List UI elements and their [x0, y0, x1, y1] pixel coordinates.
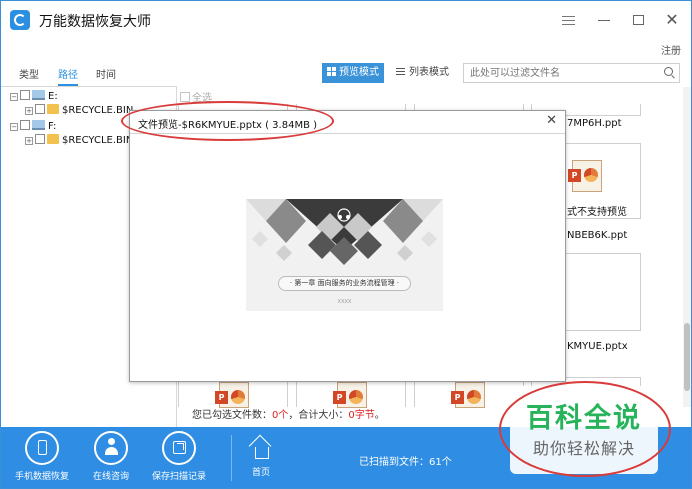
selection-status: 您已勾选文件数：0个，合计大小：0字节。: [178, 407, 498, 425]
scanned-count: 已扫描到文件：61个: [359, 457, 452, 468]
tree-item-label: E:: [48, 91, 58, 102]
tab-time[interactable]: 时间: [96, 66, 116, 81]
dialog-close-icon[interactable]: ✕: [546, 113, 557, 128]
home-button[interactable]: 首页: [226, 437, 296, 478]
file-thumbnail[interactable]: [178, 381, 288, 408]
highlight-annotation: [499, 381, 671, 477]
tree-item-label: F:: [48, 121, 57, 132]
slide-caption: · 第一章 面向服务的业务流程管理 ·: [278, 276, 411, 291]
app-window: 万能数据恢复大师 ✕ 注册 类型 路径 时间 预览模式 列表模式 − E: + $R…: [0, 0, 692, 489]
file-name[interactable]: NBEB6K.ppt: [567, 230, 627, 241]
tab-path[interactable]: 路径: [58, 66, 78, 86]
expand-icon[interactable]: +: [25, 107, 33, 115]
phone-icon: [25, 431, 59, 465]
checkbox[interactable]: [35, 134, 45, 144]
ppt-file-icon: [215, 382, 249, 408]
slide-preview: · 第一章 面向服务的业务流程管理 · XXXX: [246, 199, 443, 311]
register-link[interactable]: 注册: [661, 42, 681, 57]
status-prefix: 您已勾选文件数：: [192, 410, 272, 421]
checkbox[interactable]: [20, 90, 30, 100]
tab-type[interactable]: 类型: [19, 66, 39, 81]
export-icon: [162, 431, 196, 465]
phone-recovery-button[interactable]: 手机数据恢复: [7, 431, 77, 482]
file-preview-dialog: 文件预览-$R6KMYUE.pptx ( 3.84MB ) ✕ · 第一章 面向…: [129, 110, 566, 382]
online-consult-button[interactable]: 在线咨询: [76, 431, 146, 482]
folder-icon: [47, 104, 59, 114]
file-name[interactable]: KMYUE.pptx: [567, 341, 628, 352]
app-title: 万能数据恢复大师: [39, 14, 151, 30]
tree-item-label: $RECYCLE.BIN: [62, 135, 134, 146]
file-thumbnail[interactable]: [296, 381, 406, 408]
tree-item-label: $RECYCLE.BIN: [62, 105, 134, 116]
save-scan-button[interactable]: 保存扫描记录: [144, 431, 214, 482]
grid-icon: [327, 67, 336, 76]
filter-input[interactable]: [464, 64, 654, 82]
ppt-file-icon: [451, 382, 485, 408]
scrollbar-thumb[interactable]: [684, 323, 690, 391]
tree-item-recycle-bin-f[interactable]: + $RECYCLE.BIN: [25, 134, 133, 148]
ppt-file-icon: [568, 160, 602, 192]
save-scan-label: 保存扫描记录: [151, 472, 206, 482]
list-mode-label: 列表模式: [409, 67, 449, 78]
home-label: 首页: [251, 468, 270, 478]
file-thumbnail[interactable]: [414, 381, 524, 408]
list-icon: [396, 68, 405, 75]
user-icon: [94, 431, 128, 465]
checkbox[interactable]: [35, 104, 45, 114]
home-icon: [250, 437, 272, 461]
app-logo-icon: [10, 10, 30, 30]
tree-item-recycle-bin-e[interactable]: + $RECYCLE.BIN: [25, 104, 133, 118]
highlight-annotation: [121, 101, 334, 141]
close-icon: ✕: [665, 10, 679, 29]
filter-search: [463, 63, 680, 83]
file-preview-unsupported: 式不支持预览: [567, 207, 627, 218]
tree-item-drive-e[interactable]: − E:: [10, 90, 58, 104]
maximize-button[interactable]: [627, 9, 649, 31]
search-icon[interactable]: [664, 67, 673, 76]
folder-icon: [47, 134, 59, 144]
collapse-icon[interactable]: −: [10, 123, 18, 131]
title-bar: 万能数据恢复大师 ✕: [1, 1, 691, 39]
slide-graphic: [246, 199, 443, 265]
collapse-icon[interactable]: −: [10, 93, 18, 101]
preview-mode-label: 预览模式: [339, 67, 379, 78]
drive-icon: [32, 120, 45, 130]
maximize-icon: [632, 15, 644, 25]
list-mode-button[interactable]: 列表模式: [396, 63, 449, 83]
file-name[interactable]: 7MP6H.ppt: [567, 118, 622, 129]
drive-icon: [32, 90, 45, 100]
phone-recovery-label: 手机数据恢复: [14, 472, 69, 482]
checkbox[interactable]: [20, 120, 30, 130]
preview-mode-button[interactable]: 预览模式: [322, 63, 384, 83]
hamburger-icon: [561, 15, 575, 25]
online-consult-label: 在线咨询: [92, 472, 129, 482]
selected-count: 0个: [272, 410, 289, 421]
view-tabs: 类型 路径 时间: [1, 61, 177, 87]
status-suffix: 。: [374, 410, 385, 421]
minimize-icon: [598, 19, 610, 21]
checkbox[interactable]: [180, 92, 190, 102]
selected-size: 0字节: [348, 410, 375, 421]
menu-button[interactable]: [557, 9, 579, 31]
close-button[interactable]: ✕: [661, 9, 683, 31]
expand-icon[interactable]: +: [25, 137, 33, 145]
ppt-file-icon: [333, 382, 367, 408]
status-middle: ，合计大小：: [288, 410, 349, 421]
slide-subtitle: XXXX: [337, 299, 352, 305]
tree-item-drive-f[interactable]: − F:: [10, 120, 56, 134]
minimize-button[interactable]: [593, 9, 615, 31]
